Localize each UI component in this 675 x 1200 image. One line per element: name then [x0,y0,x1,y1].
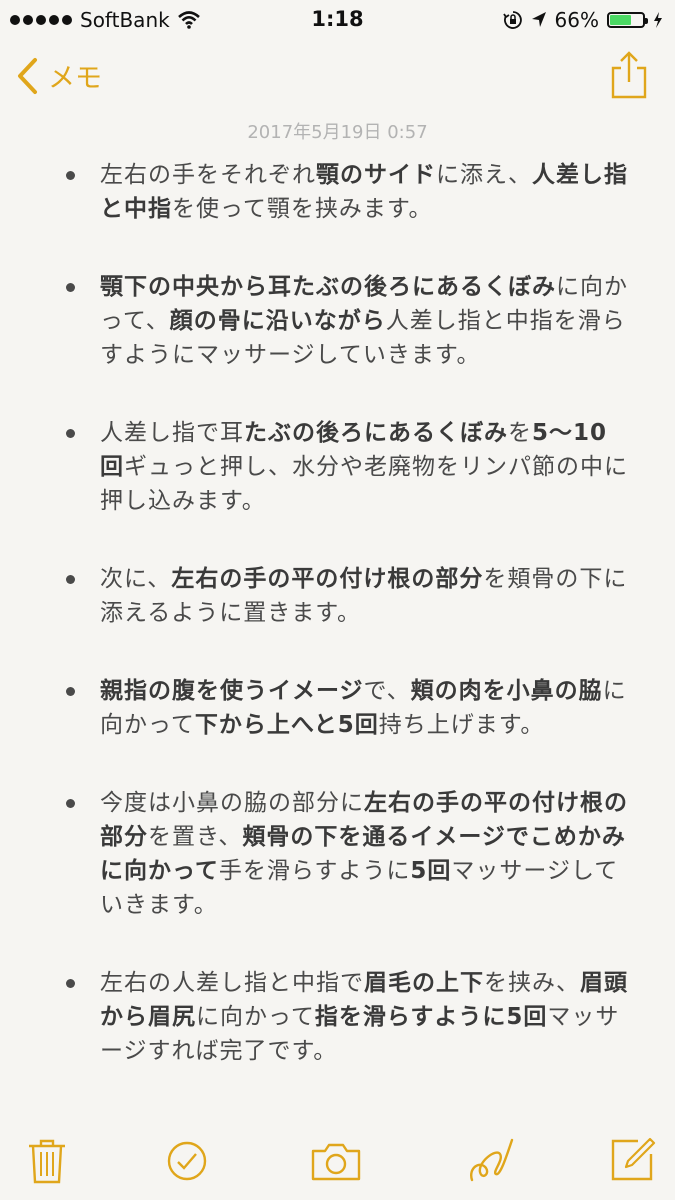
location-arrow-icon [531,12,546,27]
sketch-icon [470,1138,514,1182]
text-segment: を [508,420,532,446]
bold-text: 指を滑らすように5回 [314,1004,548,1030]
bold-text: 顎のサイド [316,162,436,188]
text-segment: 持ち上げます。 [378,712,545,738]
bottom-toolbar [0,1120,675,1200]
orientation-lock-icon [502,11,522,29]
text-segment: ギュっと押し、水分や老廃物をリンパ節の中に押し込みます。 [100,454,628,514]
status-bar: SoftBank 1:18 66% [0,0,675,40]
nav-bar: メモ [0,46,675,106]
bold-text: 顎下の中央から耳たぶの後ろにあるくぼみ [100,274,556,300]
delete-button[interactable] [26,1138,68,1188]
bullet-icon [66,171,75,180]
bold-text: 下から上へと5回 [194,712,379,738]
note-body[interactable]: 左右の手をそれぞれ顎のサイドに添え、人差し指と中指を使って顎を挟みます。顎下の中… [66,158,630,1112]
bullet-icon [66,979,75,988]
battery-icon [607,12,648,28]
note-date: 2017年5月19日 0:57 [247,122,428,143]
text-segment: 今度は小鼻の脇の部分に [100,790,364,816]
list-item: 人差し指で耳たぶの後ろにあるくぼみを5〜10回ギュっと押し、水分や老廃物をリンパ… [66,416,630,518]
bold-text: 顔の骨に沿いながら [169,308,386,334]
list-item: 顎下の中央から耳たぶの後ろにあるくぼみに向かって、顔の骨に沿いながら人差し指と中… [66,270,630,372]
battery-percent: 66% [554,8,599,32]
trash-icon [29,1139,65,1184]
back-button-label: メモ [48,63,102,94]
bullet-icon [66,283,75,292]
bold-text: 頬の肉を小鼻の脇 [410,678,603,704]
bullet-icon [66,429,75,438]
bold-text: 左右の手の平の付け根の部分 [171,566,484,592]
checklist-icon [167,1141,207,1181]
list-item: 今度は小鼻の脇の部分に左右の手の平の付け根の部分を置き、頬骨の下を通るイメージで… [66,786,630,922]
text-segment: を置き、 [148,824,243,850]
list-item: 親指の腹を使うイメージで、頬の肉を小鼻の脇に向かって下から上へと5回持ち上げます… [66,674,630,742]
battery-level-fill [610,15,632,25]
bold-text: たぶの後ろにあるくぼみ [244,420,508,446]
camera-button[interactable] [310,1142,362,1186]
compose-button[interactable] [610,1136,656,1186]
back-button[interactable]: メモ [16,56,102,95]
status-right: 66% [502,8,663,32]
text-segment: 次に、 [100,566,172,592]
text-segment: に向かって [196,1004,315,1030]
sketch-button[interactable] [466,1134,516,1188]
list-item: 左右の人差し指と中指で眉毛の上下を挟み、眉頭から眉尻に向かって指を滑らすように5… [66,966,630,1068]
text-segment: に添え、 [436,162,532,188]
share-icon [611,51,647,99]
list-item: 左右の手をそれぞれ顎のサイドに添え、人差し指と中指を使って顎を挟みます。 [66,158,630,226]
share-button[interactable] [609,50,649,104]
chevron-left-icon [18,57,37,94]
bold-text: 親指の腹を使うイメージ [100,678,364,704]
text-segment: を挟み、 [484,970,580,996]
bullet-icon [66,575,75,584]
bullet-icon [66,799,75,808]
text-segment: で、 [363,678,411,704]
compose-icon [611,1137,656,1181]
text-segment: を使って顎を挟みます。 [172,196,433,222]
charging-bolt-icon [654,12,662,28]
text-segment: 人差し指で耳 [100,420,244,446]
bullet-icon [66,687,75,696]
bold-text: 眉毛の上下 [364,970,484,996]
list-item: 次に、左右の手の平の付け根の部分を頬骨の下に添えるように置きます。 [66,562,630,630]
bold-text: 5回 [410,858,452,884]
text-segment: 左右の人差し指と中指で [100,970,364,996]
text-segment: 手を滑らすように [218,858,411,884]
checklist-button[interactable] [166,1140,208,1186]
camera-icon [311,1143,361,1181]
text-segment: 左右の手をそれぞれ [100,162,316,188]
